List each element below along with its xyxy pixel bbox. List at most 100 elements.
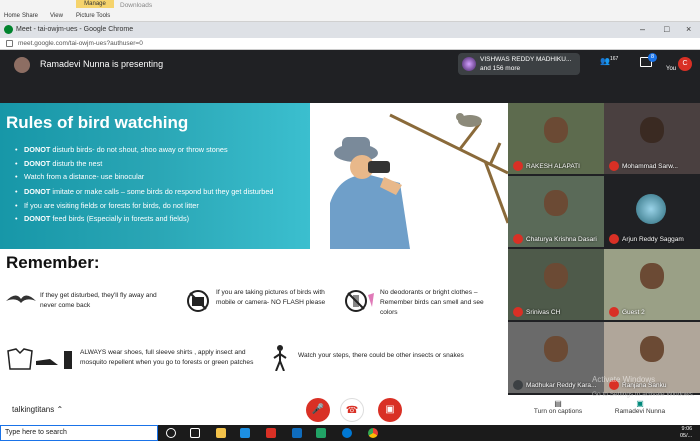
rule-item: If you are visiting fields or forests fo… [12,199,306,213]
address-bar[interactable]: meet.google.com/tai-owjm-ues?authuser=0 [0,38,700,50]
clock[interactable]: 9:06 05/... [680,426,692,439]
people-chip[interactable]: VISHWAS REDDY MADHIKU... and 156 more [458,53,580,75]
outlook-icon[interactable] [292,428,302,438]
activate-windows-watermark: Activate Windows [592,375,656,384]
mic-off-icon [609,307,619,317]
participant-tile[interactable]: Srinivas CH [508,249,604,320]
minimize-icon[interactable]: – [640,24,645,34]
meet-favicon-icon [4,25,13,34]
you-label: You [666,66,677,72]
participant-name: Mohammad Sarw... [622,163,678,170]
mic-off-icon [609,161,619,171]
presenting-label: Ramadevi Nunna is presenting [40,59,164,69]
manage-tab[interactable]: Manage [76,0,114,8]
tip-text: If you are taking pictures of birds with… [216,289,326,306]
rule-item: DONOT imitate or make calls – some birds… [12,186,306,197]
edge-browser-icon[interactable] [342,428,352,438]
walking-person-icon [273,345,287,371]
participant-avatar [636,194,666,224]
participant-thumbnail [462,57,476,71]
tip-text: If they get disturbed, they'll fly away … [40,292,157,309]
mic-off-icon: 🎤 [311,404,325,415]
tip-text: ALWAYS wear shoes, full sleeve shirts , … [80,349,254,366]
no-deodorant-icon [345,290,374,312]
url-text[interactable]: meet.google.com/tai-owjm-ues?authuser=0 [18,40,143,47]
participant-video [640,117,664,143]
rules-list: DONOT disturb birds- do not shout, shoo … [12,143,306,226]
participant-name: RAKESH ALAPATI [526,163,580,170]
maximize-icon[interactable]: □ [664,24,669,34]
browser-titlebar: Meet - tai-owjm-ues - Google Chrome – □ … [0,22,700,38]
search-placeholder: Type here to search [5,429,67,436]
participant-video [640,336,664,362]
participant-name: Arjun Reddy Saggam [622,236,684,243]
edge-icon[interactable] [240,428,250,438]
chrome-icon[interactable] [368,428,378,438]
tip-text: Watch your steps, there could be other i… [298,352,464,359]
no-flash-icon [187,290,209,312]
participant-tile[interactable]: Mohammad Sarw... [604,103,700,174]
view-tab[interactable]: View [50,13,63,19]
camera-toggle-button[interactable]: ▣ [378,398,402,422]
mic-off-icon [609,234,619,244]
participant-count: 167 [609,56,619,62]
chevron-up-icon[interactable]: ⌃ [56,405,63,414]
window-title: Meet - tai-owjm-ues - Google Chrome [16,26,134,33]
home-tab[interactable]: Home [4,13,20,19]
captions-button[interactable]: ▤ Turn on captions [528,399,588,415]
rule-item: Watch from a distance- use binocular [12,170,306,184]
participant-video [544,336,568,362]
people-chip-more: and 156 more [480,65,521,72]
captions-icon: ▤ [554,399,562,408]
camera-off-icon: ▣ [385,404,395,415]
share-tab[interactable]: Share [22,13,38,19]
birdwatcher-illustration-svg [310,103,508,249]
excel-icon[interactable] [316,428,326,438]
mic-off-icon [513,161,523,171]
screen: Manage Downloads Home Share View Picture… [0,0,700,441]
rule-item: DONOT disturb birds- do not shout, shoo … [12,143,306,157]
picture-tools-tab[interactable]: Picture Tools [76,13,110,19]
close-icon[interactable]: × [686,24,691,34]
lock-icon [6,40,13,47]
participant-name: Srinivas CH [526,309,561,316]
mic-off-icon [513,307,523,317]
tip-text: No deodorants or bright clothes – Rememb… [380,289,484,316]
file-explorer-icon[interactable] [216,428,226,438]
flying-bird-icon [6,295,36,303]
people-button[interactable]: 👥167 [600,56,618,66]
app-icon[interactable] [266,428,276,438]
task-view-icon[interactable] [190,428,200,438]
activate-windows-subtext: Go to Settings to activate Windows. [592,391,695,398]
taskbar-search[interactable]: Type here to search [0,425,158,441]
shirt-shoe-repellent-icon [7,348,72,370]
participant-video [544,190,568,216]
leave-call-button[interactable]: ☎ [340,398,364,422]
chat-badge: 8 [648,53,657,62]
mic-off-icon [513,234,523,244]
participant-tile[interactable]: Madhukar Reddy Kara... [508,322,604,393]
audio-dots-icon [513,380,523,390]
participant-tile[interactable]: RAKESH ALAPATI [508,103,604,174]
presentation-slide: Rules of bird watching DONOT disturb bir… [0,103,508,395]
user-avatar[interactable]: C [678,57,692,71]
participant-tile[interactable]: Chaturya Krishna Dasari [508,176,604,247]
participant-video [640,263,664,289]
participant-tile[interactable]: Arjun Reddy Saggam [604,176,700,247]
meet-top-bar: Ramadevi Nunna is presenting VISHWAS RED… [0,51,700,103]
remember-heading: Remember: [6,253,100,272]
participant-tile[interactable]: Guest 2 [604,249,700,320]
people-icon: 👥 [600,56,610,66]
meeting-name[interactable]: talkingtitans ⌃ [12,405,63,414]
cortana-icon[interactable] [166,428,176,438]
hang-up-icon: ☎ [345,405,359,416]
presenting-button[interactable]: ▣ Ramadevi Nunna [610,399,670,415]
participant-name: Guest 2 [622,309,645,316]
participant-grid: RAKESH ALAPATI Mohammad Sarw... Chaturya… [508,103,700,395]
participant-video [544,263,568,289]
rule-item: DONOT disturb the nest [12,157,306,171]
windows-taskbar: Type here to search 9:06 05/... [0,425,700,441]
mic-toggle-button[interactable]: 🎤 [306,398,330,422]
participant-name: Madhukar Reddy Kara... [526,382,597,389]
present-icon: ▣ [636,399,644,408]
